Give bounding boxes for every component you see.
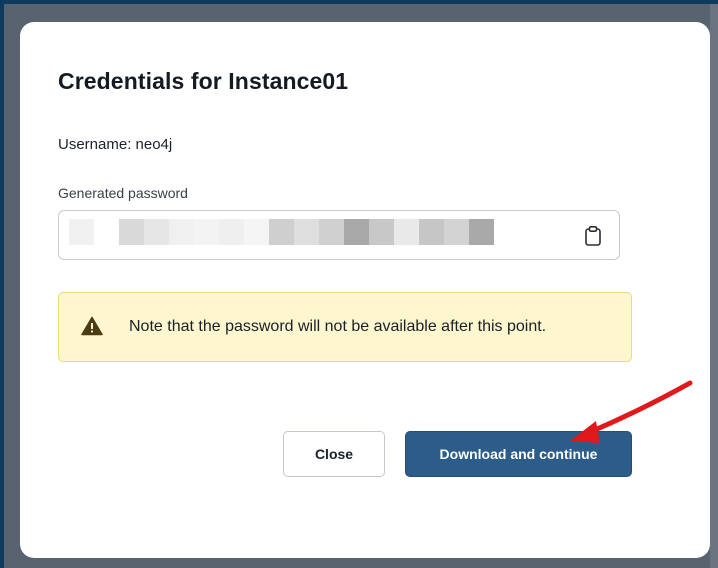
redacted-pixel-block [394, 219, 419, 245]
redacted-pixel-block [119, 219, 144, 245]
redacted-pixel-block [294, 219, 319, 245]
password-label: Generated password [58, 185, 188, 201]
redacted-pixel-block [144, 219, 169, 245]
redacted-pixel-block [69, 219, 94, 245]
password-field[interactable] [58, 210, 620, 260]
redacted-pixel-block [369, 219, 394, 245]
redacted-pixel-block [219, 219, 244, 245]
redacted-pixel-block [469, 219, 494, 245]
username-text: Username: neo4j [58, 136, 173, 153]
close-button[interactable]: Close [283, 431, 385, 477]
redacted-pixel-block [344, 219, 369, 245]
redacted-pixel-block [244, 219, 269, 245]
clipboard-icon[interactable] [583, 225, 603, 247]
redacted-password-value [69, 219, 494, 245]
redacted-pixel-block [319, 219, 344, 245]
warning-note: Note that the password will not be avail… [58, 292, 632, 362]
redacted-pixel-block [169, 219, 194, 245]
download-and-continue-button[interactable]: Download and continue [405, 431, 632, 477]
redacted-pixel-block [419, 219, 444, 245]
warning-icon [81, 316, 103, 336]
redacted-pixel-block [444, 219, 469, 245]
redacted-pixel-block [194, 219, 219, 245]
redacted-pixel-block [269, 219, 294, 245]
credentials-dialog [20, 22, 710, 558]
warning-note-text: Note that the password will not be avail… [129, 318, 547, 335]
dialog-title: Credentials for Instance01 [58, 68, 349, 94]
backdrop [710, 4, 718, 568]
redacted-pixel-block [94, 219, 119, 245]
